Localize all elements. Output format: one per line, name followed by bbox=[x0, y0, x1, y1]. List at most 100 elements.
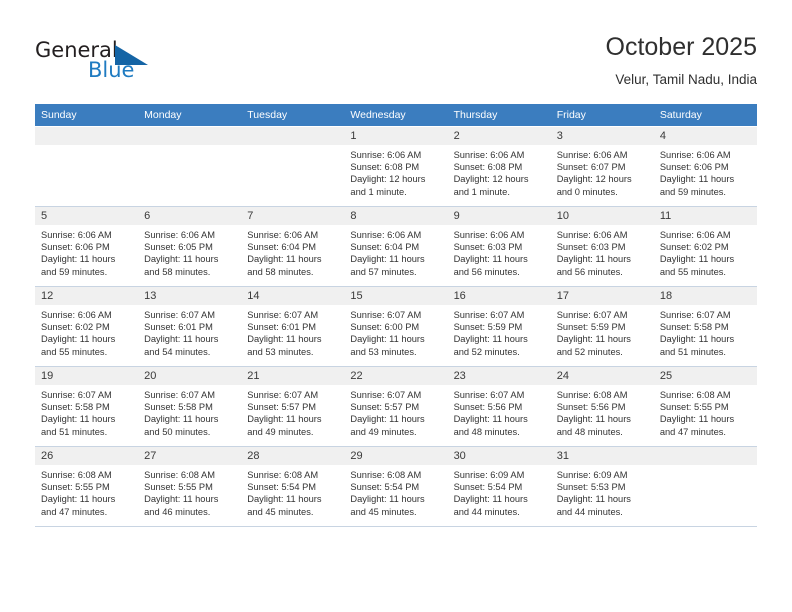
day-number: 18 bbox=[653, 287, 757, 305]
day-number: 22 bbox=[344, 367, 448, 385]
day-number: 3 bbox=[550, 127, 654, 145]
sunrise-time: Sunrise: 6:06 AM bbox=[453, 230, 525, 240]
day-details: Sunrise: 6:07 AM Sunset: 6:00 PM Daylight:… bbox=[344, 305, 447, 358]
calendar-day-cell[interactable]: 24 Sunrise: 6:08 AM Sunset: 5:56 PM Dayligh… bbox=[550, 366, 654, 447]
day-cell-inner: 15 Sunrise: 6:07 AM Sunset: 6:00 PM Dayligh… bbox=[344, 287, 448, 366]
sunrise-time: Sunrise: 6:07 AM bbox=[350, 390, 422, 400]
sunrise-time: Sunrise: 6:08 AM bbox=[350, 470, 422, 480]
sunrise-time: Sunrise: 6:06 AM bbox=[41, 310, 112, 320]
day-details: Sunrise: 6:07 AM Sunset: 5:58 PM Daylight:… bbox=[35, 385, 138, 438]
calendar-day-cell[interactable]: 17 Sunrise: 6:07 AM Sunset: 5:59 PM Dayligh… bbox=[550, 286, 654, 367]
day-details: Sunrise: 6:06 AM Sunset: 6:05 PM Daylight:… bbox=[138, 225, 241, 278]
calendar-page: General Blue October 2025 Velur, Tamil N… bbox=[0, 0, 792, 612]
day-number: 5 bbox=[35, 207, 139, 225]
calendar-day-cell[interactable]: 23 Sunrise: 6:07 AM Sunset: 5:56 PM Dayligh… bbox=[447, 366, 551, 447]
sunrise-time: Sunrise: 6:07 AM bbox=[659, 310, 731, 320]
calendar-day-cell[interactable]: 2 Sunrise: 6:06 AM Sunset: 6:08 PM Daylight… bbox=[447, 126, 551, 207]
day-cell-inner: 19 Sunrise: 6:07 AM Sunset: 5:58 PM Dayligh… bbox=[35, 367, 139, 446]
day-cell-inner: 14 Sunrise: 6:07 AM Sunset: 6:01 PM Dayligh… bbox=[241, 287, 345, 366]
calendar-day-cell[interactable]: 12 Sunrise: 6:06 AM Sunset: 6:02 PM Dayligh… bbox=[35, 286, 139, 367]
day-details: Sunrise: 6:07 AM Sunset: 5:58 PM Daylight:… bbox=[654, 305, 757, 358]
calendar-day-cell[interactable]: 10 Sunrise: 6:06 AM Sunset: 6:03 PM Dayligh… bbox=[550, 206, 654, 287]
daylight-duration-line1: Daylight: 11 hours bbox=[144, 334, 219, 345]
day-cell-inner: 31 Sunrise: 6:09 AM Sunset: 5:53 PM Dayligh… bbox=[550, 447, 654, 526]
day-details: Sunrise: 6:06 AM Sunset: 6:03 PM Daylight:… bbox=[551, 225, 654, 278]
daylight-duration-line2: and 53 minutes. bbox=[247, 346, 314, 357]
calendar-day-cell[interactable]: 18 Sunrise: 6:07 AM Sunset: 5:58 PM Dayligh… bbox=[653, 286, 757, 367]
calendar-day-cell[interactable]: 4 Sunrise: 6:06 AM Sunset: 6:06 PM Daylight… bbox=[653, 126, 757, 207]
daylight-duration-line2: and 47 minutes. bbox=[41, 506, 108, 517]
day-details: Sunrise: 6:07 AM Sunset: 5:59 PM Daylight:… bbox=[448, 305, 551, 358]
calendar-day-cell[interactable]: 15 Sunrise: 6:07 AM Sunset: 6:00 PM Dayligh… bbox=[344, 286, 448, 367]
calendar-day-cell[interactable]: 16 Sunrise: 6:07 AM Sunset: 5:59 PM Dayligh… bbox=[447, 286, 551, 367]
calendar-day-cell[interactable]: 30 Sunrise: 6:09 AM Sunset: 5:54 PM Dayligh… bbox=[447, 446, 551, 527]
sunset-time: Sunset: 6:01 PM bbox=[247, 322, 317, 333]
calendar-day-cell[interactable]: 26 Sunrise: 6:08 AM Sunset: 5:55 PM Dayligh… bbox=[35, 446, 139, 527]
calendar-day-cell[interactable]: 27 Sunrise: 6:08 AM Sunset: 5:55 PM Dayligh… bbox=[138, 446, 242, 527]
calendar-day-cell[interactable]: 28 Sunrise: 6:08 AM Sunset: 5:54 PM Dayligh… bbox=[241, 446, 345, 527]
day-details: Sunrise: 6:07 AM Sunset: 6:01 PM Daylight:… bbox=[138, 305, 241, 358]
sunset-time: Sunset: 5:53 PM bbox=[556, 482, 626, 493]
calendar-day-cell[interactable]: 13 Sunrise: 6:07 AM Sunset: 6:01 PM Dayligh… bbox=[138, 286, 242, 367]
day-cell-inner bbox=[241, 127, 345, 206]
calendar-day-cell[interactable]: 7 Sunrise: 6:06 AM Sunset: 6:04 PM Daylight… bbox=[241, 206, 345, 287]
day-number: 17 bbox=[550, 287, 654, 305]
day-cell-inner: 3 Sunrise: 6:06 AM Sunset: 6:07 PM Daylight… bbox=[550, 127, 654, 206]
day-cell-inner: 8 Sunrise: 6:06 AM Sunset: 6:04 PM Daylight… bbox=[344, 207, 448, 286]
daylight-duration-line1: Daylight: 11 hours bbox=[453, 494, 528, 505]
daylight-duration-line1: Daylight: 11 hours bbox=[144, 254, 219, 265]
calendar-day-cell[interactable]: 21 Sunrise: 6:07 AM Sunset: 5:57 PM Dayligh… bbox=[241, 366, 345, 447]
calendar-day-cell[interactable]: 3 Sunrise: 6:06 AM Sunset: 6:07 PM Daylight… bbox=[550, 126, 654, 207]
calendar-day-cell[interactable]: 22 Sunrise: 6:07 AM Sunset: 5:57 PM Dayligh… bbox=[344, 366, 448, 447]
calendar-day-cell[interactable]: 9 Sunrise: 6:06 AM Sunset: 6:03 PM Daylight… bbox=[447, 206, 551, 287]
calendar-day-cell[interactable]: 11 Sunrise: 6:06 AM Sunset: 6:02 PM Dayligh… bbox=[653, 206, 757, 287]
calendar-week-row: 1 Sunrise: 6:06 AM Sunset: 6:08 PM Daylight… bbox=[35, 126, 757, 207]
daylight-duration-line1: Daylight: 11 hours bbox=[41, 334, 116, 345]
daylight-duration-line1: Daylight: 11 hours bbox=[41, 414, 116, 425]
calendar-day-cell[interactable]: 8 Sunrise: 6:06 AM Sunset: 6:04 PM Daylight… bbox=[344, 206, 448, 287]
calendar-day-cell[interactable]: 14 Sunrise: 6:07 AM Sunset: 6:01 PM Dayligh… bbox=[241, 286, 345, 367]
day-details: Sunrise: 6:08 AM Sunset: 5:55 PM Daylight:… bbox=[138, 465, 241, 518]
weekday-header-row: Sunday Monday Tuesday Wednesday Thursday… bbox=[35, 104, 757, 127]
daylight-duration-line1: Daylight: 11 hours bbox=[350, 414, 425, 425]
day-cell-inner: 13 Sunrise: 6:07 AM Sunset: 6:01 PM Dayligh… bbox=[138, 287, 242, 366]
day-number: 9 bbox=[447, 207, 551, 225]
day-cell-inner: 30 Sunrise: 6:09 AM Sunset: 5:54 PM Dayligh… bbox=[447, 447, 551, 526]
calendar-day-cell-empty bbox=[138, 126, 242, 207]
daylight-duration-line2: and 1 minute. bbox=[453, 186, 510, 197]
calendar-day-cell[interactable]: 1 Sunrise: 6:06 AM Sunset: 6:08 PM Daylight… bbox=[344, 126, 448, 207]
calendar-day-cell[interactable]: 31 Sunrise: 6:09 AM Sunset: 5:53 PM Dayligh… bbox=[550, 446, 654, 527]
day-details: Sunrise: 6:07 AM Sunset: 5:59 PM Daylight:… bbox=[551, 305, 654, 358]
day-number: 20 bbox=[138, 367, 242, 385]
sunset-time: Sunset: 5:56 PM bbox=[453, 402, 523, 413]
day-cell-inner: 5 Sunrise: 6:06 AM Sunset: 6:06 PM Daylight… bbox=[35, 207, 139, 286]
sunrise-time: Sunrise: 6:06 AM bbox=[556, 230, 628, 240]
day-number: 23 bbox=[447, 367, 551, 385]
calendar-day-cell[interactable]: 19 Sunrise: 6:07 AM Sunset: 5:58 PM Dayligh… bbox=[35, 366, 139, 447]
day-number: 10 bbox=[550, 207, 654, 225]
day-number: 12 bbox=[35, 287, 139, 305]
calendar-day-cell[interactable]: 25 Sunrise: 6:08 AM Sunset: 5:55 PM Dayligh… bbox=[653, 366, 757, 447]
daylight-duration-line2: and 49 minutes. bbox=[247, 426, 314, 437]
daylight-duration-line1: Daylight: 11 hours bbox=[556, 414, 631, 425]
day-number: 27 bbox=[138, 447, 242, 465]
generalblue-logo[interactable]: General Blue bbox=[35, 38, 215, 84]
calendar-day-cell[interactable]: 29 Sunrise: 6:08 AM Sunset: 5:54 PM Dayligh… bbox=[344, 446, 448, 527]
sunset-time: Sunset: 5:59 PM bbox=[453, 322, 523, 333]
calendar-day-cell[interactable]: 6 Sunrise: 6:06 AM Sunset: 6:05 PM Daylight… bbox=[138, 206, 242, 287]
daylight-duration-line2: and 57 minutes. bbox=[350, 266, 417, 277]
daylight-duration-line2: and 53 minutes. bbox=[350, 346, 417, 357]
sunset-time: Sunset: 5:59 PM bbox=[556, 322, 626, 333]
sunset-time: Sunset: 6:01 PM bbox=[144, 322, 213, 333]
sunrise-time: Sunrise: 6:08 AM bbox=[247, 470, 319, 480]
day-cell-inner: 16 Sunrise: 6:07 AM Sunset: 5:59 PM Dayligh… bbox=[447, 287, 551, 366]
day-cell-inner: 18 Sunrise: 6:07 AM Sunset: 5:58 PM Dayligh… bbox=[653, 287, 757, 366]
calendar-day-cell[interactable]: 5 Sunrise: 6:06 AM Sunset: 6:06 PM Daylight… bbox=[35, 206, 139, 287]
sunrise-time: Sunrise: 6:08 AM bbox=[556, 390, 628, 400]
sunset-time: Sunset: 6:00 PM bbox=[350, 322, 420, 333]
daylight-duration-line1: Daylight: 12 hours bbox=[350, 174, 426, 185]
weekday-header-sunday: Sunday bbox=[35, 104, 139, 127]
day-details: Sunrise: 6:07 AM Sunset: 6:01 PM Daylight:… bbox=[241, 305, 344, 358]
day-cell-inner: 26 Sunrise: 6:08 AM Sunset: 5:55 PM Dayligh… bbox=[35, 447, 139, 526]
calendar-day-cell[interactable]: 20 Sunrise: 6:07 AM Sunset: 5:58 PM Dayligh… bbox=[138, 366, 242, 447]
